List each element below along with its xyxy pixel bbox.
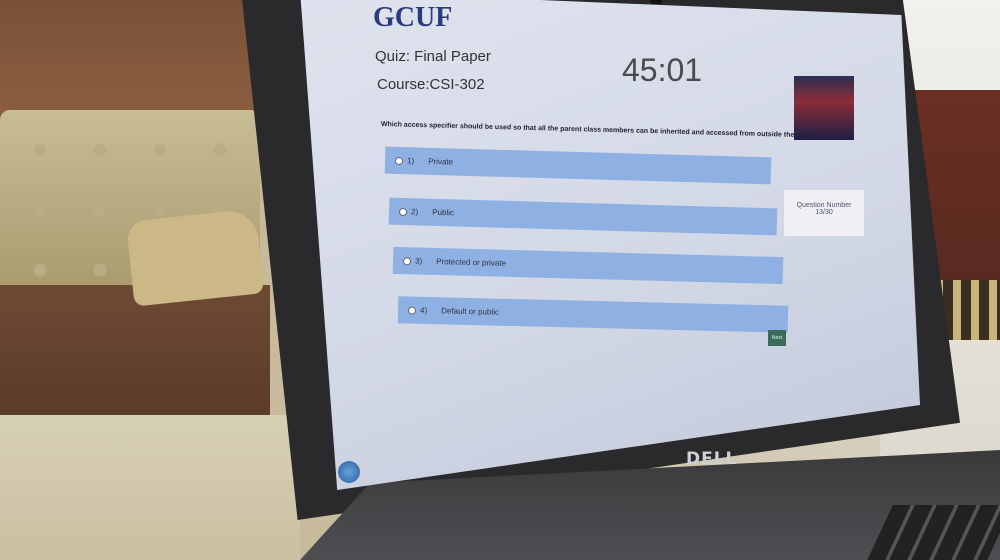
sofa-top [0, 0, 260, 120]
countdown-timer: 45:01 [622, 52, 703, 88]
next-button[interactable]: Next [768, 330, 786, 346]
floor [0, 415, 300, 560]
sofa-seat [0, 285, 270, 420]
radio-button[interactable] [394, 156, 404, 165]
laptop-screen [300, 0, 920, 490]
option-number: 1) [406, 156, 415, 166]
option-label: Private [428, 156, 454, 167]
option-label: Public [432, 207, 455, 218]
option-number: 4) [419, 305, 428, 315]
question-number-box: Question Number 13/30 [784, 190, 864, 236]
radio-button[interactable] [402, 256, 412, 265]
pillow [125, 208, 265, 307]
radio-button[interactable] [407, 305, 417, 315]
laptop-brand-logo: DELL [686, 449, 738, 469]
webcam-icon [650, 0, 662, 4]
radio-button[interactable] [398, 207, 408, 216]
course-code: Course:CSI-302 [377, 76, 485, 93]
university-logo: GCUF [373, 2, 453, 33]
windows-start-icon[interactable] [338, 461, 360, 483]
webcam-preview [794, 76, 854, 140]
option-label: Protected or private [436, 257, 507, 268]
quiz-title: Quiz: Final Paper [375, 48, 491, 65]
option-label: Default or public [441, 306, 500, 317]
question-number-label: Question Number [796, 202, 852, 209]
option-number: 3) [414, 256, 423, 266]
question-number-value: 13/30 [815, 209, 833, 216]
option-number: 2) [410, 207, 419, 217]
